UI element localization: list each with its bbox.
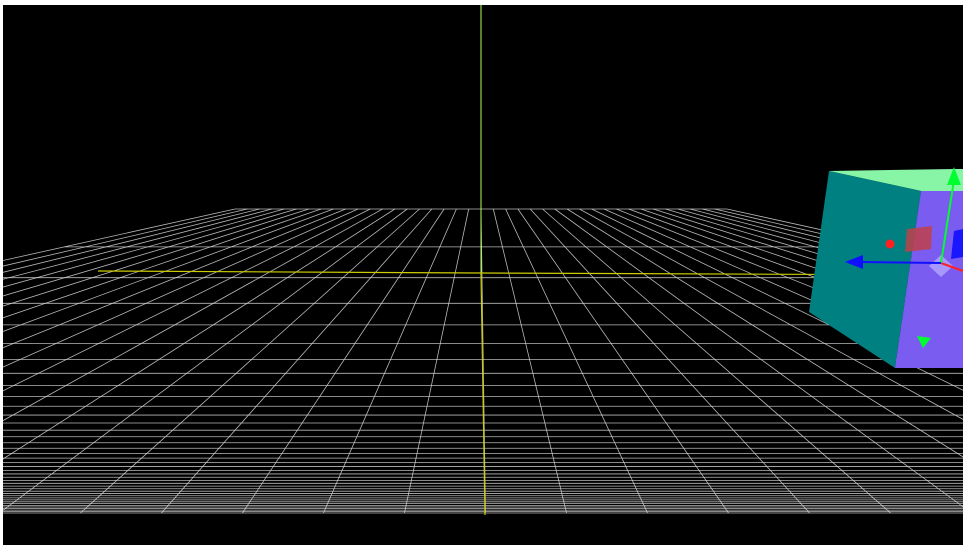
scene-canvas[interactable] — [3, 5, 963, 545]
app-frame — [0, 0, 971, 551]
3d-viewport[interactable] — [3, 5, 963, 545]
gizmo-x-rotate-handle[interactable] — [885, 239, 895, 249]
gizmo-plane-xy-handle[interactable] — [905, 226, 932, 252]
gizmo-z-axis[interactable] — [860, 261, 942, 264]
